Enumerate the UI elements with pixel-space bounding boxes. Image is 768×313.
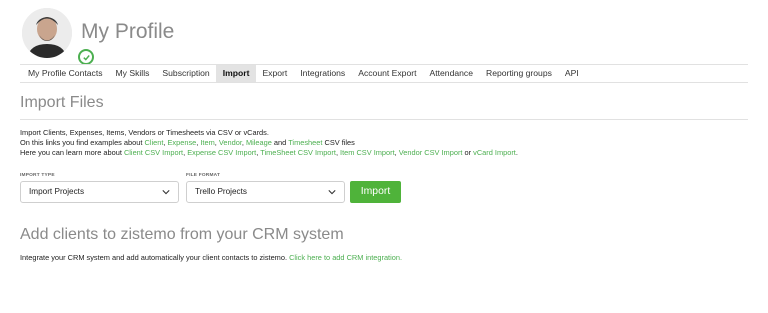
import-description: Import Clients, Expenses, Items, Vendors…: [20, 128, 269, 137]
profile-tabs: My Profile Contacts My Skills Subscripti…: [20, 64, 748, 83]
section-divider: [20, 119, 748, 120]
chevron-down-icon: [328, 190, 336, 195]
import-files-title: Import Files: [20, 94, 104, 111]
learn-more-line: Here you can learn more about Client CSV…: [20, 148, 518, 157]
learn-more-prefix: Here you can learn more about: [20, 148, 124, 157]
file-format-select[interactable]: Trello Projects: [186, 181, 345, 203]
tab-my-skills[interactable]: My Skills: [109, 65, 156, 82]
tab-account-export[interactable]: Account Export: [352, 65, 423, 82]
chevron-down-icon: [162, 190, 170, 195]
import-type-label: IMPORT TYPE: [20, 173, 55, 178]
vendor-example-link[interactable]: Vendor: [219, 138, 242, 147]
expense-csv-import-link[interactable]: Expense CSV Import: [187, 148, 256, 157]
import-type-select[interactable]: Import Projects: [20, 181, 179, 203]
avatar[interactable]: [22, 8, 94, 65]
avatar-photo: [22, 8, 72, 58]
tab-api[interactable]: API: [558, 65, 585, 82]
tab-reporting-groups[interactable]: Reporting groups: [479, 65, 558, 82]
file-format-label: FILE FORMAT: [186, 173, 221, 178]
example-links-line: On this links you find examples about Cl…: [20, 138, 355, 147]
expense-example-link[interactable]: Expense: [168, 138, 197, 147]
mileage-example-link[interactable]: Mileage: [246, 138, 272, 147]
add-crm-integration-link[interactable]: Click here to add CRM integration.: [289, 253, 402, 262]
timesheet-csv-import-link[interactable]: TimeSheet CSV Import: [260, 148, 336, 157]
import-type-value: Import Projects: [29, 187, 85, 196]
tab-subscription[interactable]: Subscription: [156, 65, 216, 82]
item-csv-import-link[interactable]: Item CSV Import: [340, 148, 395, 157]
tab-attendance[interactable]: Attendance: [423, 65, 479, 82]
crm-text: Integrate your CRM system and add automa…: [20, 253, 290, 262]
crm-section-title: Add clients to zistemo from your CRM sys…: [20, 226, 344, 243]
crm-description: Integrate your CRM system and add automa…: [20, 253, 402, 263]
page-title: My Profile: [81, 20, 175, 43]
tab-export[interactable]: Export: [256, 65, 294, 82]
client-csv-import-link[interactable]: Client CSV Import: [124, 148, 183, 157]
verified-check-icon: [78, 49, 94, 65]
tab-integrations[interactable]: Integrations: [294, 65, 352, 82]
client-example-link[interactable]: Client: [144, 138, 163, 147]
timesheet-example-link[interactable]: Timesheet: [288, 138, 322, 147]
import-button[interactable]: Import: [350, 181, 401, 203]
vcard-import-link[interactable]: vCard Import: [473, 148, 516, 157]
vendor-csv-import-link[interactable]: Vendor CSV Import: [399, 148, 463, 157]
tab-my-profile-contacts[interactable]: My Profile Contacts: [20, 65, 109, 82]
file-format-value: Trello Projects: [195, 187, 248, 196]
item-example-link[interactable]: Item: [200, 138, 214, 147]
example-links-prefix: On this links you find examples about: [20, 138, 145, 147]
tab-import[interactable]: Import: [216, 65, 256, 82]
